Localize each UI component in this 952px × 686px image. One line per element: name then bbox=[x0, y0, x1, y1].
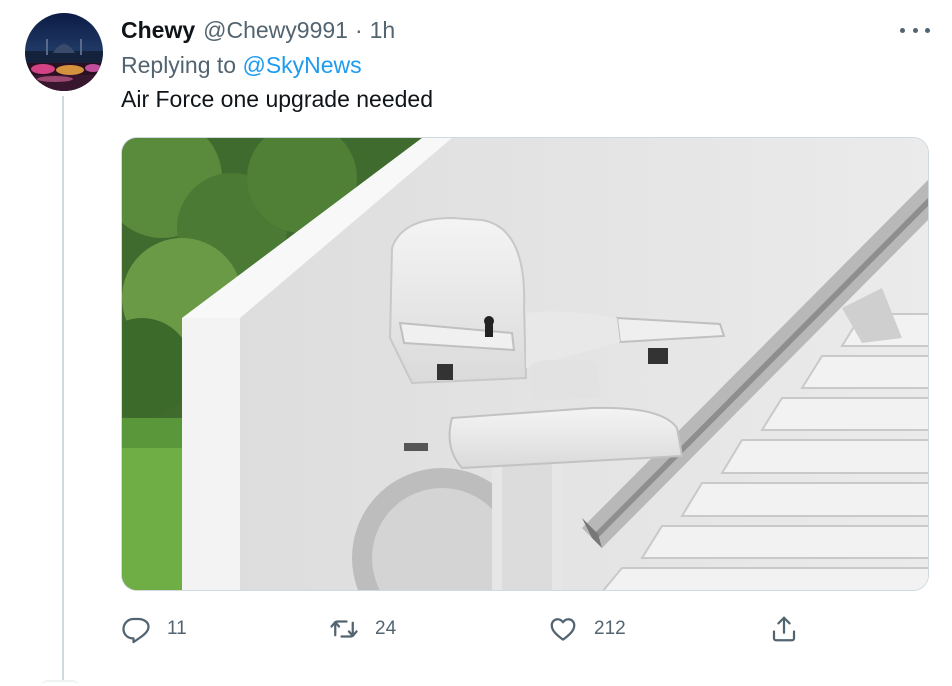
heart-icon bbox=[550, 618, 576, 641]
share-upload-icon bbox=[772, 616, 796, 642]
next-tweet-edge bbox=[40, 680, 80, 686]
reply-button[interactable]: 11 bbox=[121, 611, 187, 647]
retweet-button[interactable]: 24 bbox=[329, 611, 396, 647]
separator-dot: · bbox=[354, 16, 363, 43]
reply-mention-link[interactable]: @SkyNews bbox=[242, 52, 361, 78]
more-horizontal-icon bbox=[900, 27, 905, 33]
avatar-night-city-image bbox=[25, 13, 103, 91]
thread-line bbox=[62, 96, 64, 680]
more-options-button[interactable] bbox=[900, 20, 930, 40]
more-dot bbox=[925, 27, 930, 33]
tweet[interactable]: Chewy @Chewy9991 · 1h Replying to @SkyNe… bbox=[0, 0, 952, 686]
retweet-arrows-icon bbox=[330, 620, 358, 638]
author-name[interactable]: Chewy bbox=[121, 17, 195, 44]
speech-bubble-icon bbox=[122, 617, 150, 644]
stairlift-photo bbox=[122, 138, 928, 590]
replying-to-label: Replying to bbox=[121, 52, 237, 78]
like-button[interactable]: 212 bbox=[548, 611, 626, 647]
share-button[interactable] bbox=[769, 611, 815, 647]
tweet-header: Chewy @Chewy9991 · 1h bbox=[121, 14, 395, 46]
replying-to: Replying to @SkyNews bbox=[121, 52, 362, 79]
timestamp[interactable]: 1h bbox=[370, 17, 396, 44]
tweet-media[interactable] bbox=[121, 137, 929, 591]
like-count: 212 bbox=[594, 618, 626, 639]
tweet-actions: 11 24 212 bbox=[121, 611, 821, 647]
author-handle[interactable]: @Chewy9991 bbox=[203, 17, 348, 44]
avatar[interactable] bbox=[25, 13, 103, 91]
more-dot bbox=[912, 27, 918, 33]
retweet-count: 24 bbox=[375, 618, 397, 639]
tweet-text: Air Force one upgrade needed bbox=[121, 86, 433, 112]
reply-count: 11 bbox=[167, 618, 187, 639]
